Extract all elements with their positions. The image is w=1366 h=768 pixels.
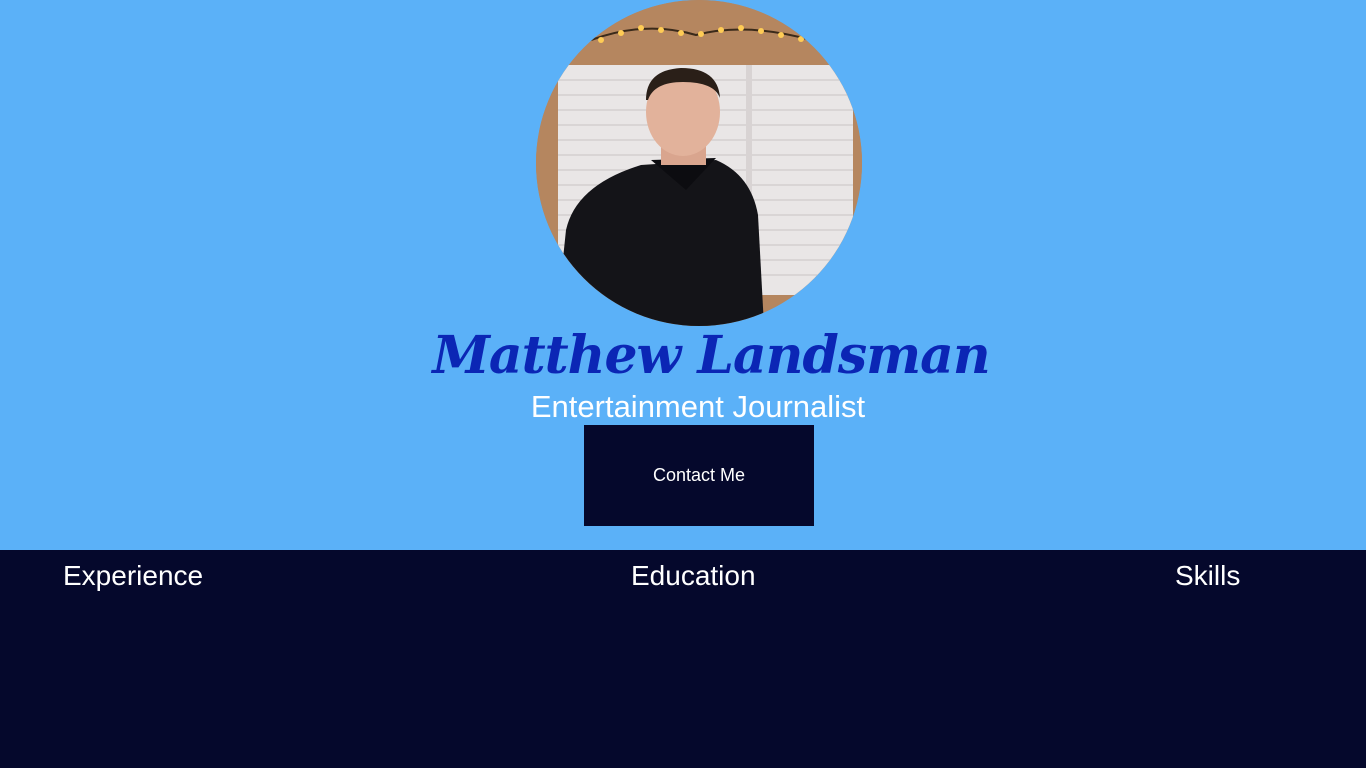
nav-experience-link[interactable]: Experience [63, 558, 203, 594]
contact-me-button[interactable]: Contact Me [584, 425, 814, 526]
profile-title: Entertainment Journalist [530, 389, 866, 424]
nav-education-link[interactable]: Education [631, 558, 756, 594]
nav-skills-link[interactable]: Skills [1175, 558, 1240, 594]
profile-photo-image [536, 0, 862, 326]
profile-photo [536, 0, 862, 326]
profile-name: Matthew Landsman [432, 325, 990, 386]
section-nav: Experience Education Skills [0, 550, 1366, 768]
hero-section: Matthew Landsman Entertainment Journalis… [0, 0, 1366, 550]
